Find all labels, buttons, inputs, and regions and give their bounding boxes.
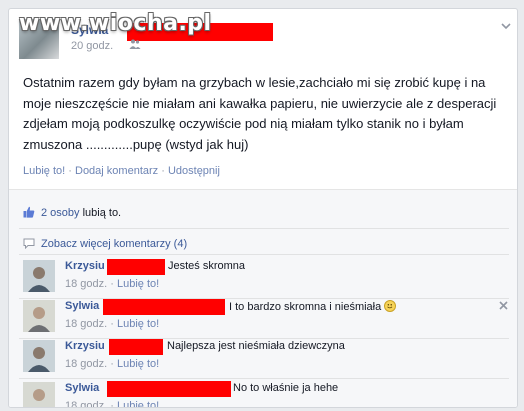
smiley-emoji-icon	[384, 300, 397, 312]
comment-text: Jesteś skromna	[168, 260, 246, 272]
redaction-bar	[109, 339, 163, 355]
thumbs-up-icon	[23, 206, 35, 218]
comment-like-link[interactable]: Lubię to!	[117, 358, 159, 370]
divider	[19, 228, 509, 229]
commenter-name[interactable]: Krzysiu	[65, 260, 105, 272]
commenter-avatar[interactable]	[23, 300, 55, 332]
comment-bubble-icon	[23, 238, 35, 249]
close-icon[interactable]	[498, 300, 509, 311]
comment-text: Najlepsza jest nieśmiała dziewczyna	[167, 340, 345, 352]
comment-like-link[interactable]: Lubię to!	[117, 400, 159, 407]
post-time[interactable]: 20 godz.	[71, 40, 113, 52]
likes-suffix: lubią to.	[79, 207, 122, 219]
comment-link[interactable]: Dodaj komentarz	[75, 165, 158, 177]
comment-meta: 18 godz. · Lubię to!	[65, 400, 159, 407]
commenter-name[interactable]: Sylwia	[65, 382, 99, 394]
post-text: Ostatnim razem gdy byłam na grzybach w l…	[23, 75, 497, 152]
redaction-bar	[107, 381, 231, 397]
commenter-avatar[interactable]	[23, 382, 55, 408]
comment-item: Krzysiu Jesteś skromna 18 godz. · Lubię …	[23, 259, 509, 300]
comment-meta: 18 godz. · Lubię to!	[65, 278, 160, 290]
feedback-section: 2 osoby lubią to. Zobacz więcej komentar…	[9, 189, 517, 408]
comment-text-content: I to bardzo skromna i nieśmiała	[229, 301, 382, 313]
comment-text: No to właśnie ja hehe	[233, 382, 339, 394]
like-link[interactable]: Lubię to!	[23, 165, 65, 177]
comment-text: I to bardzo skromna i nieśmiała	[229, 300, 397, 313]
comment-like-link[interactable]: Lubię to!	[117, 278, 159, 290]
comment-time[interactable]: 18 godz.	[65, 358, 107, 370]
view-more-comments[interactable]: Zobacz więcej komentarzy (4)	[23, 238, 187, 250]
comment-meta: 18 godz. · Lubię to!	[65, 358, 160, 370]
friends-audience-icon[interactable]	[129, 38, 141, 50]
post-card: Sylwia 20 godz. www.wiocha.pl Ostatnim r…	[8, 8, 518, 408]
commenter-name[interactable]: Sylwia	[65, 300, 99, 312]
likes-count[interactable]: 2 osoby	[41, 207, 80, 219]
redaction-bar	[103, 299, 225, 315]
redaction-bar	[107, 259, 165, 275]
divider	[19, 254, 509, 255]
divider	[19, 298, 509, 299]
comment-meta: 18 godz. · Lubię to!	[65, 318, 160, 330]
comment-like-link[interactable]: Lubię to!	[117, 318, 159, 330]
watermark-logo: www.wiocha.pl	[19, 11, 212, 36]
commenter-name[interactable]: Krzysiu	[65, 340, 105, 352]
commenter-avatar[interactable]	[23, 260, 55, 292]
comment-time[interactable]: 18 godz.	[65, 278, 107, 290]
comment-item: Sylwia I to bardzo skromna i nieśmiała 1…	[23, 299, 509, 340]
likes-summary: 2 osoby lubią to.	[23, 206, 121, 219]
comment-time[interactable]: 18 godz.	[65, 318, 107, 330]
comment-item: Sylwia No to właśnie ja hehe 18 godz. · …	[23, 381, 509, 408]
divider	[19, 338, 509, 339]
comment-item: Krzysiu Najlepsza jest nieśmiała dziewcz…	[23, 339, 509, 380]
divider	[19, 378, 509, 379]
share-link[interactable]: Udostępnij	[168, 165, 220, 177]
post-actions: Lubię to! · Dodaj komentarz · Udostępnij	[23, 165, 220, 177]
view-more-comments-label: Zobacz więcej komentarzy (4)	[41, 238, 188, 250]
chevron-down-icon[interactable]	[499, 19, 513, 33]
commenter-avatar[interactable]	[23, 340, 55, 372]
comment-time[interactable]: 18 godz.	[65, 400, 107, 407]
